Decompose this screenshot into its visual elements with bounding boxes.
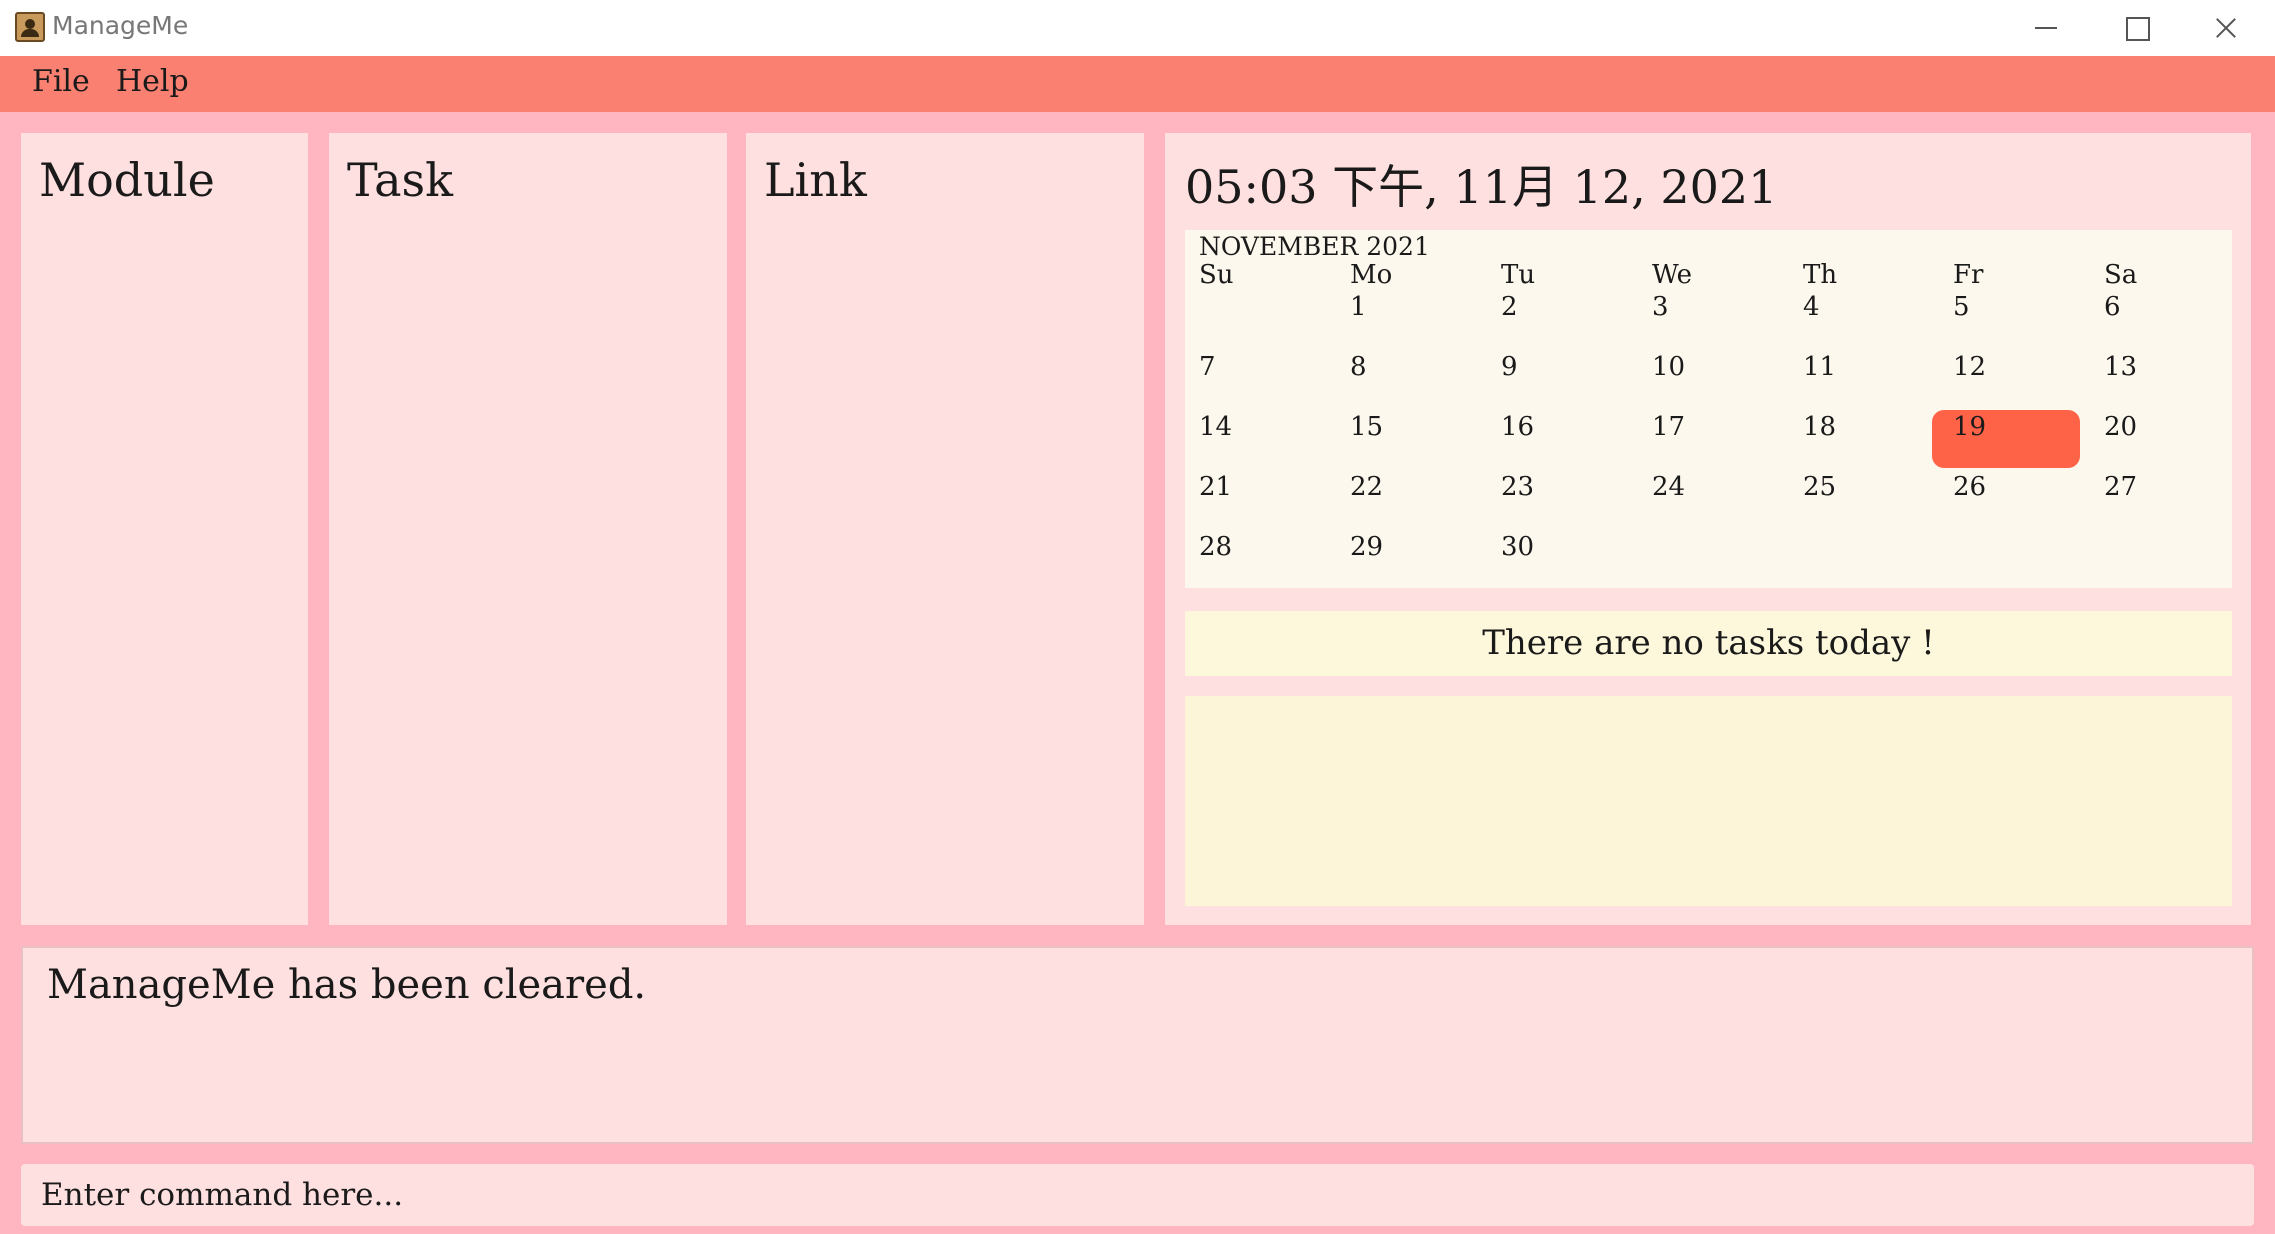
- month-calendar: NOVEMBER 2021 Su Mo Tu We Th Fr Sa 1 2 3 4 5 6 7 8 9 10 1…: [1185, 230, 2232, 588]
- today-tasks-list: [1185, 696, 2232, 906]
- calendar-day-header: Tu: [1501, 260, 1536, 290]
- calendar-day[interactable]: 27: [2104, 472, 2137, 502]
- module-panel-title: Module: [39, 153, 215, 207]
- calendar-day[interactable]: 24: [1652, 472, 1685, 502]
- calendar-day[interactable]: 16: [1501, 412, 1534, 442]
- calendar-day[interactable]: 14: [1199, 412, 1232, 442]
- close-icon[interactable]: [2180, 0, 2270, 56]
- link-panel: Link: [746, 133, 1144, 925]
- app-icon: [15, 12, 45, 42]
- window-title: ManageMe: [52, 11, 189, 40]
- command-box: [21, 1164, 2254, 1226]
- calendar-day[interactable]: 12: [1953, 352, 1986, 382]
- calendar-day[interactable]: 13: [2104, 352, 2137, 382]
- calendar-day[interactable]: 29: [1350, 532, 1383, 562]
- result-display: ManageMe has been cleared.: [21, 946, 2254, 1144]
- menu-file[interactable]: File: [32, 64, 90, 99]
- calendar-day[interactable]: 6: [2104, 292, 2121, 322]
- calendar-day[interactable]: 21: [1199, 472, 1232, 502]
- calendar-day[interactable]: 23: [1501, 472, 1534, 502]
- calendar-day[interactable]: 15: [1350, 412, 1383, 442]
- calendar-day-header: Sa: [2104, 260, 2138, 290]
- calendar-day[interactable]: 18: [1803, 412, 1836, 442]
- no-tasks-message: There are no tasks today !: [1185, 611, 2232, 676]
- calendar-day[interactable]: 30: [1501, 532, 1534, 562]
- calendar-month-label: NOVEMBER 2021: [1199, 232, 1430, 261]
- menu-bar: File Help: [0, 56, 2275, 112]
- calendar-day[interactable]: 20: [2104, 412, 2137, 442]
- calendar-day[interactable]: 9: [1501, 352, 1518, 382]
- calendar-day-today[interactable]: 19: [1953, 412, 1986, 442]
- calendar-day[interactable]: 26: [1953, 472, 1986, 502]
- calendar-day[interactable]: 17: [1652, 412, 1685, 442]
- calendar-day[interactable]: 3: [1652, 292, 1669, 322]
- current-datetime: 05:03 下午, 11月 12, 2021: [1185, 160, 1778, 214]
- calendar-day[interactable]: 7: [1199, 352, 1216, 382]
- calendar-day[interactable]: 28: [1199, 532, 1232, 562]
- maximize-icon[interactable]: [2090, 0, 2180, 56]
- menu-help[interactable]: Help: [116, 64, 189, 99]
- calendar-day[interactable]: 1: [1350, 292, 1367, 322]
- link-panel-title: Link: [764, 153, 867, 207]
- calendar-day-header: We: [1652, 260, 1692, 290]
- module-panel: Module: [21, 133, 308, 925]
- calendar-day[interactable]: 8: [1350, 352, 1367, 382]
- calendar-day[interactable]: 10: [1652, 352, 1685, 382]
- title-bar: ManageMe: [0, 0, 2275, 56]
- calendar-day-header: Fr: [1953, 260, 1984, 290]
- command-input[interactable]: [21, 1164, 2254, 1226]
- calendar-day[interactable]: 4: [1803, 292, 1820, 322]
- calendar-panel: 05:03 下午, 11月 12, 2021 NOVEMBER 2021 Su M…: [1165, 133, 2251, 925]
- calendar-day[interactable]: 2: [1501, 292, 1518, 322]
- calendar-day[interactable]: 22: [1350, 472, 1383, 502]
- task-panel: Task: [329, 133, 727, 925]
- calendar-day-header: Mo: [1350, 260, 1393, 290]
- task-panel-title: Task: [347, 153, 454, 207]
- minimize-icon[interactable]: [2000, 0, 2090, 56]
- calendar-day[interactable]: 25: [1803, 472, 1836, 502]
- calendar-day-header: Th: [1803, 260, 1838, 290]
- calendar-day[interactable]: 11: [1803, 352, 1836, 382]
- calendar-day[interactable]: 5: [1953, 292, 1970, 322]
- calendar-day-header: Su: [1199, 260, 1234, 290]
- result-message: ManageMe has been cleared.: [47, 962, 647, 1008]
